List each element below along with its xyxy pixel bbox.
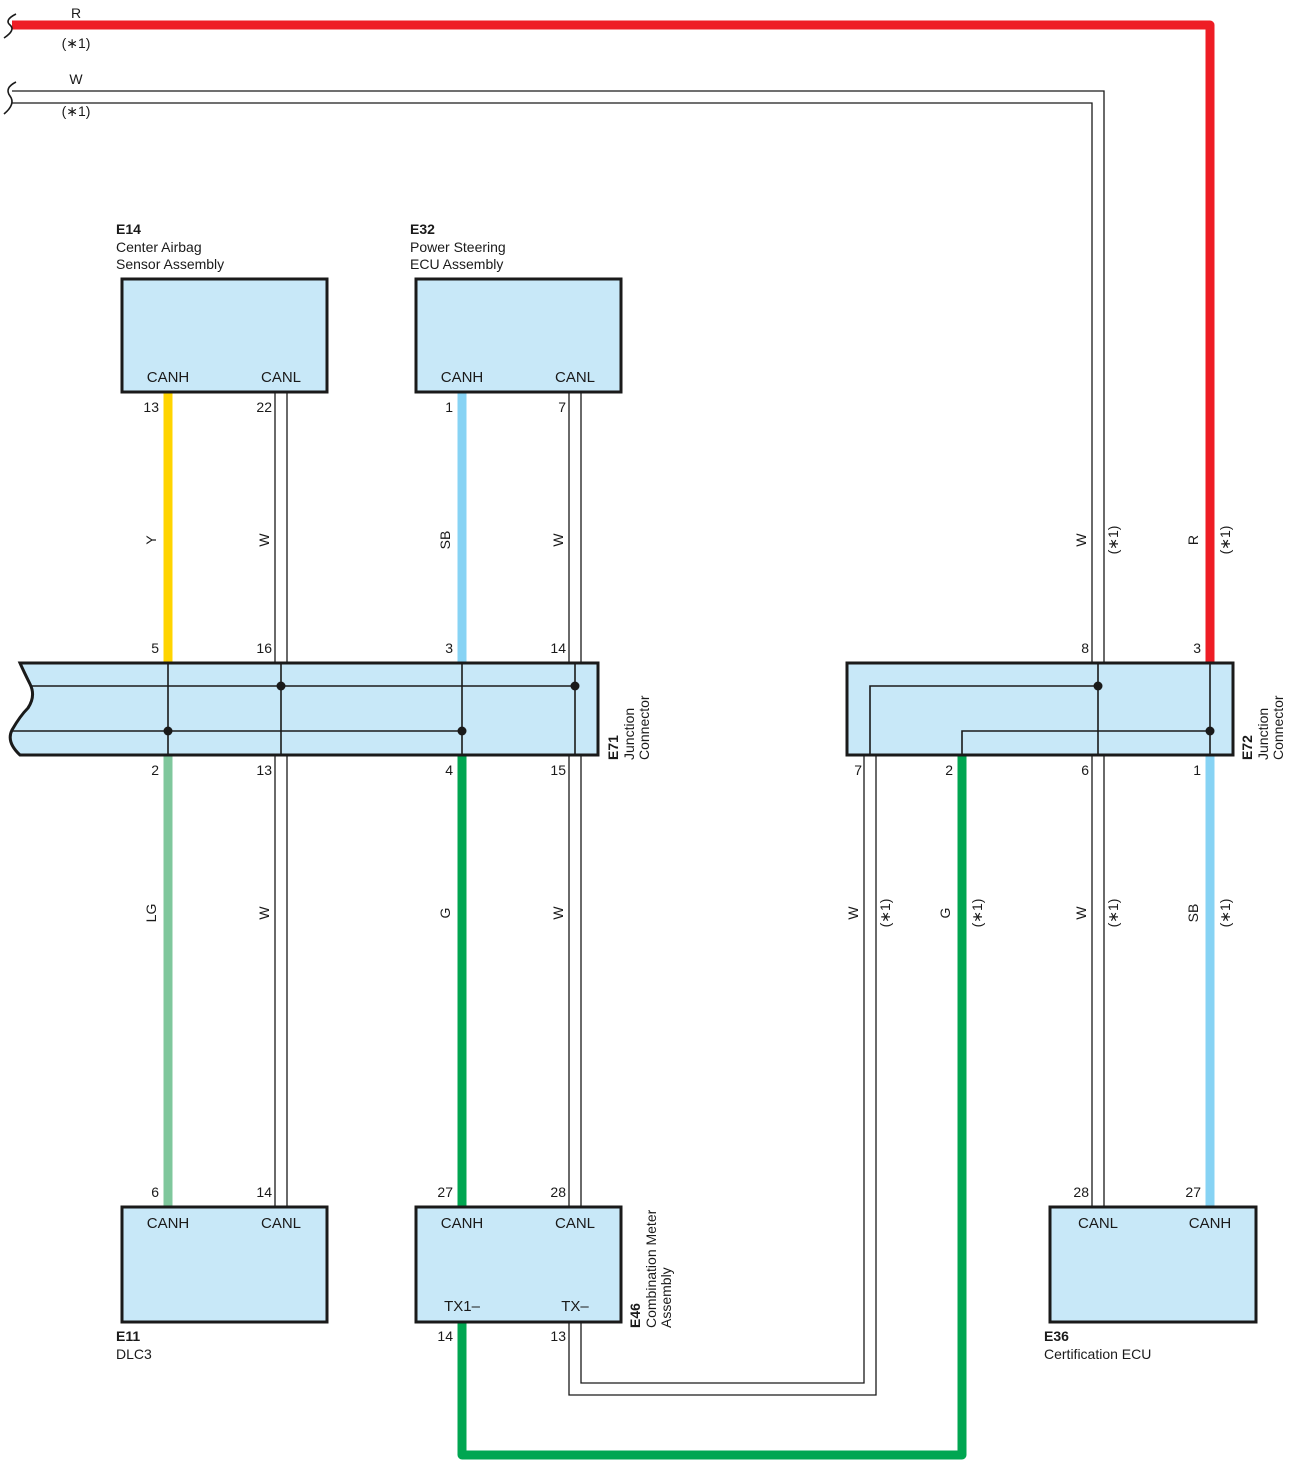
e11-pin-canl: CANL [261,1215,301,1232]
e36-pin-canl: CANL [1078,1215,1118,1232]
e32-name-2: ECU Assembly [410,256,503,272]
e14-code: E14 [116,221,141,237]
pin-num-e71-4: 4 [445,762,453,778]
pin-num-e11-14: 14 [256,1184,272,1200]
pin-num-e71-16: 16 [256,640,272,656]
svg-text:Junction: Junction [621,708,637,760]
e46-label: E46 Combination Meter Assembly [627,1209,674,1328]
e11-code: E11 [116,1328,140,1344]
pin-num-e36-27: 27 [1185,1184,1201,1200]
wire-w-e14-canl [274,392,288,663]
svg-text:E72: E72 [1239,735,1255,760]
pin-num-e71-2: 2 [151,762,159,778]
pin-num-e14-22: 22 [256,399,272,415]
wire-g-loop-e46-e72 [457,755,967,1460]
e14-pin-canh: CANH [147,369,190,386]
pin-numbers: 13 22 1 7 5 16 3 14 2 13 4 15 8 3 7 2 6 … [143,399,1201,1344]
label-r-down: R [1185,535,1201,545]
label-lg: LG [143,904,159,923]
e32-pin-canl: CANL [555,369,595,386]
e36-name: Certification ECU [1044,1346,1151,1362]
label-w-loop-note: (∗1) [877,899,893,928]
svg-text:Junction: Junction [1255,708,1271,760]
e36-pin-canh: CANH [1189,1215,1232,1232]
svg-text:Connector: Connector [1270,695,1286,760]
e72-label: E72 Junction Connector [1239,695,1286,760]
e46-pin-tx1: TX1– [444,1298,481,1315]
e11-name: DLC3 [116,1346,152,1362]
pin-num-e71-5: 5 [151,640,159,656]
pin-num-e46-14: 14 [437,1328,453,1344]
label-w-top-down-note: (∗1) [1105,526,1121,555]
e32-name-1: Power Steering [410,239,506,255]
pin-num-e32-7: 7 [558,399,566,415]
e71-label: E71 Junction Connector [605,695,652,760]
label-w-e11: W [256,906,272,920]
e11-pin-canh: CANH [147,1215,190,1232]
pin-num-e71-13: 13 [256,762,272,778]
label-g-e46: G [437,908,453,919]
e32-code: E32 [410,221,435,237]
label-g-loop-note: (∗1) [969,899,985,928]
e46-pin-canh: CANH [441,1215,484,1232]
pin-num-e11-6: 6 [151,1184,159,1200]
label-sb-e36: SB [1185,904,1201,923]
label-sb-e32: SB [437,531,453,550]
label-y: Y [143,535,159,545]
pin-num-e71-14: 14 [550,640,566,656]
svg-text:Assembly: Assembly [658,1267,674,1328]
label-top-r: R [71,5,81,21]
wire-w-e32-canl [568,392,582,663]
e46-pin-canl: CANL [555,1215,595,1232]
wiring-diagram: E14 Center Airbag Sensor Assembly CANH C… [3,5,1286,1460]
e14-pin-canl: CANL [261,369,301,386]
e32-pin-canh: CANH [441,369,484,386]
wire-w-e36-canl [1091,755,1105,1207]
label-w-e32: W [550,533,566,547]
pin-num-e71-3: 3 [445,640,453,656]
label-w-loop: W [845,906,861,920]
pin-num-e72-8: 8 [1081,640,1089,656]
wire-w-e11-canl [274,755,288,1207]
wire-break-symbol-w [3,81,17,115]
label-top-w-note: (∗1) [62,103,91,119]
pin-num-e46-13: 13 [550,1328,566,1344]
e71-box [8,661,600,757]
pin-num-e72-3: 3 [1193,640,1201,656]
label-r-down-note: (∗1) [1217,526,1233,555]
e72-box [845,661,1235,757]
label-w-e36: W [1073,906,1089,920]
svg-text:E46: E46 [627,1303,643,1328]
svg-text:Connector: Connector [636,695,652,760]
wire-w-e46-canl [568,755,582,1207]
label-w-e46: W [550,906,566,920]
label-w-e14: W [256,533,272,547]
label-w-top-down: W [1073,533,1089,547]
label-w-e36-note: (∗1) [1105,899,1121,928]
pin-num-e71-15: 15 [550,762,566,778]
label-top-r-note: (∗1) [62,35,91,51]
label-g-loop: G [937,908,953,919]
svg-text:E71: E71 [605,735,621,760]
pin-num-e72-6: 6 [1081,762,1089,778]
label-sb-e36-note: (∗1) [1217,899,1233,928]
pin-num-e46-28: 28 [550,1184,566,1200]
pin-num-e72-7: 7 [854,762,862,778]
pin-num-e46-27: 27 [437,1184,453,1200]
pin-num-e32-1: 1 [445,399,453,415]
pin-num-e36-28: 28 [1073,1184,1089,1200]
pin-num-e72-1: 1 [1193,762,1201,778]
e46-pin-tx: TX– [561,1298,589,1315]
e36-code: E36 [1044,1328,1069,1344]
svg-text:Combination Meter: Combination Meter [643,1209,659,1328]
pin-num-e14-13: 13 [143,399,159,415]
e14-name-2: Sensor Assembly [116,256,224,272]
label-top-w: W [69,71,83,87]
e14-name-1: Center Airbag [116,239,202,255]
pin-num-e72-2: 2 [945,762,953,778]
